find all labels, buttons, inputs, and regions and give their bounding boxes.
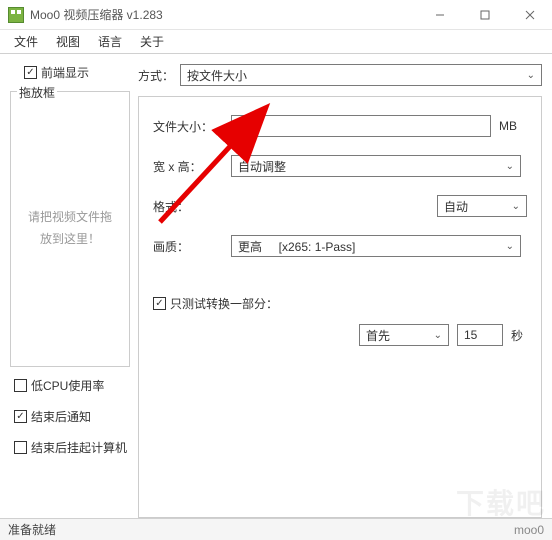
statusbar: 准备就绪 moo0	[0, 518, 552, 540]
menu-view[interactable]: 视图	[48, 31, 88, 52]
dropzone-text: 请把视频文件拖 放到这里！	[28, 207, 112, 250]
settings-group: 文件大小： 100 MB 宽 x 高： 自动调整 ⌄ 格式： 自动 ⌄	[138, 96, 542, 518]
quality-row: 画质： 更高 [x265: 1-Pass] ⌄	[153, 235, 527, 257]
quality-select[interactable]: 更高 [x265: 1-Pass] ⌄	[231, 235, 521, 257]
right-column: 方式： 按文件大小 ⌄ 文件大小： 100 MB 宽 x 高： 自动调整 ⌄	[138, 64, 542, 518]
chevron-down-icon: ⌄	[506, 161, 514, 172]
chevron-down-icon: ⌄	[434, 330, 442, 341]
status-brand: moo0	[514, 523, 544, 537]
left-column: ✓ 前端显示 拖放框 请把视频文件拖 放到这里！ 低CPU使用率 ✓ 结束后通知…	[10, 64, 130, 518]
wh-value: 自动调整	[238, 158, 286, 175]
notify-done-label: 结束后通知	[31, 408, 91, 425]
suspend-done-row[interactable]: 结束后挂起计算机	[14, 439, 130, 456]
format-select[interactable]: 自动 ⌄	[437, 195, 527, 217]
menubar: 文件 视图 语言 关于	[0, 30, 552, 54]
content-area: ✓ 前端显示 拖放框 请把视频文件拖 放到这里！ 低CPU使用率 ✓ 结束后通知…	[0, 54, 552, 518]
menu-file[interactable]: 文件	[6, 31, 46, 52]
filesize-row: 文件大小： 100 MB	[153, 115, 527, 137]
left-bottom-options: 低CPU使用率 ✓ 结束后通知 结束后挂起计算机	[10, 377, 130, 462]
filesize-value: 100	[238, 119, 260, 134]
low-cpu-checkbox[interactable]	[14, 379, 27, 392]
chevron-down-icon: ⌄	[512, 201, 520, 212]
minimize-button[interactable]	[417, 0, 462, 30]
status-text: 准备就绪	[8, 521, 56, 538]
mode-value: 按文件大小	[187, 67, 247, 84]
titlebar: Moo0 视频压缩器 v1.283	[0, 0, 552, 30]
first-select[interactable]: 首先 ⌄	[359, 324, 449, 346]
chevron-down-icon: ⌄	[506, 241, 514, 252]
suspend-done-checkbox[interactable]	[14, 441, 27, 454]
maximize-button[interactable]	[462, 0, 507, 30]
app-icon	[8, 7, 24, 23]
filesize-input[interactable]: 100	[231, 115, 491, 137]
seconds-value: 15	[464, 328, 477, 342]
window-controls	[417, 0, 552, 30]
seconds-input[interactable]: 15	[457, 324, 503, 346]
notify-done-checkbox[interactable]: ✓	[14, 410, 27, 423]
format-label: 格式：	[153, 198, 223, 215]
dropzone[interactable]: 请把视频文件拖 放到这里！	[17, 100, 123, 358]
dropzone-fieldset: 拖放框 请把视频文件拖 放到这里！	[10, 91, 130, 367]
front-display-label: 前端显示	[41, 64, 89, 81]
filesize-label: 文件大小：	[153, 118, 223, 135]
filesize-unit: MB	[499, 119, 527, 133]
low-cpu-label: 低CPU使用率	[31, 377, 104, 394]
notify-done-row[interactable]: ✓ 结束后通知	[14, 408, 130, 425]
only-test-label: 只测试转换一部分：	[170, 295, 278, 312]
close-button[interactable]	[507, 0, 552, 30]
mode-row: 方式： 按文件大小 ⌄	[138, 64, 542, 86]
test-controls: 首先 ⌄ 15 秒	[153, 324, 527, 346]
chevron-down-icon: ⌄	[527, 70, 535, 81]
first-value: 首先	[366, 327, 390, 344]
quality-value: 更高 [x265: 1-Pass]	[238, 238, 355, 255]
format-value: 自动	[444, 198, 468, 215]
menu-language[interactable]: 语言	[90, 31, 130, 52]
only-test-row[interactable]: ✓ 只测试转换一部分：	[153, 295, 527, 312]
dropzone-title: 拖放框	[17, 84, 57, 101]
wh-label: 宽 x 高：	[153, 158, 223, 175]
suspend-done-label: 结束后挂起计算机	[31, 439, 127, 456]
mode-label: 方式：	[138, 67, 174, 84]
mode-select[interactable]: 按文件大小 ⌄	[180, 64, 542, 86]
menu-about[interactable]: 关于	[132, 31, 172, 52]
front-display-checkbox-row[interactable]: ✓ 前端显示	[10, 64, 130, 81]
format-row: 格式： 自动 ⌄	[153, 195, 527, 217]
window-title: Moo0 视频压缩器 v1.283	[30, 6, 163, 23]
test-area: ✓ 只测试转换一部分： 首先 ⌄ 15 秒	[153, 295, 527, 346]
only-test-checkbox[interactable]: ✓	[153, 297, 166, 310]
low-cpu-row[interactable]: 低CPU使用率	[14, 377, 130, 394]
seconds-unit: 秒	[511, 327, 523, 344]
wh-select[interactable]: 自动调整 ⌄	[231, 155, 521, 177]
quality-label: 画质：	[153, 238, 223, 255]
front-display-checkbox[interactable]: ✓	[24, 66, 37, 79]
wh-row: 宽 x 高： 自动调整 ⌄	[153, 155, 527, 177]
